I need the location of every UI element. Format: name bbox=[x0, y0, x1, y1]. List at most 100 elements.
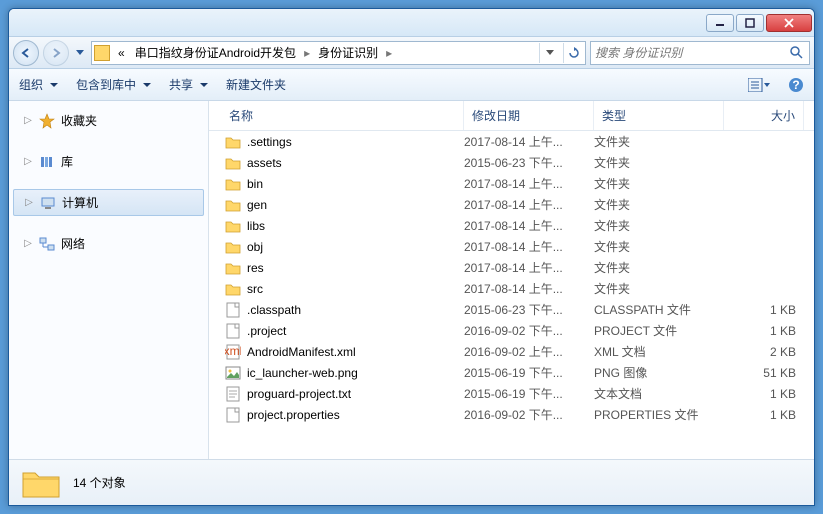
back-button[interactable] bbox=[13, 40, 39, 66]
file-name: .settings bbox=[247, 135, 292, 149]
file-date: 2017-08-14 上午... bbox=[464, 238, 594, 255]
file-date: 2017-08-14 上午... bbox=[464, 175, 594, 192]
file-row[interactable]: obj2017-08-14 上午...文件夹 bbox=[209, 236, 814, 257]
search-input[interactable] bbox=[595, 46, 789, 60]
file-date: 2015-06-23 下午... bbox=[464, 301, 594, 318]
file-type: 文本文档 bbox=[594, 385, 724, 402]
file-date: 2015-06-19 下午... bbox=[464, 385, 594, 402]
address-bar[interactable]: « 串口指纹身份证Android开发包 ▸ 身份证识别 ▸ bbox=[91, 41, 586, 65]
file-name: assets bbox=[247, 156, 282, 170]
file-date: 2017-08-14 上午... bbox=[464, 217, 594, 234]
file-date: 2017-08-14 上午... bbox=[464, 133, 594, 150]
file-date: 2017-08-14 上午... bbox=[464, 280, 594, 297]
file-size: 1 KB bbox=[724, 387, 804, 401]
file-type: PROPERTIES 文件 bbox=[594, 406, 724, 423]
file-row[interactable]: src 2017-08-14 上午...文件夹 bbox=[209, 278, 814, 299]
content-area: ▷收藏夹▷库▷计算机▷网络 名称 修改日期 类型 大小 .settings201… bbox=[9, 101, 814, 459]
file-type: CLASSPATH 文件 bbox=[594, 301, 724, 318]
file-name: project.properties bbox=[247, 408, 340, 422]
file-type: 文件夹 bbox=[594, 196, 724, 213]
file-date: 2016-09-02 下午... bbox=[464, 406, 594, 423]
file-name: res bbox=[247, 261, 264, 275]
file-list: 名称 修改日期 类型 大小 .settings2017-08-14 上午...文… bbox=[209, 101, 814, 459]
close-button[interactable] bbox=[766, 14, 812, 32]
file-name: .classpath bbox=[247, 303, 301, 317]
file-size: 1 KB bbox=[724, 324, 804, 338]
file-name: .project bbox=[247, 324, 286, 338]
column-size[interactable]: 大小 bbox=[724, 101, 804, 130]
file-size: 1 KB bbox=[724, 408, 804, 422]
view-button[interactable] bbox=[746, 74, 772, 96]
file-row[interactable]: gen 2017-08-14 上午...文件夹 bbox=[209, 194, 814, 215]
column-name[interactable]: 名称 bbox=[209, 101, 464, 130]
column-type[interactable]: 类型 bbox=[594, 101, 724, 130]
file-name: obj bbox=[247, 240, 263, 254]
file-name: AndroidManifest.xml bbox=[247, 345, 356, 359]
file-type: PROJECT 文件 bbox=[594, 322, 724, 339]
file-type: 文件夹 bbox=[594, 154, 724, 171]
sidebar: ▷收藏夹▷库▷计算机▷网络 bbox=[9, 101, 209, 459]
file-row[interactable]: .classpath2015-06-23 下午...CLASSPATH 文件1 … bbox=[209, 299, 814, 320]
history-dropdown[interactable] bbox=[73, 43, 87, 63]
file-type: 文件夹 bbox=[594, 280, 724, 297]
sidebar-item-label: 库 bbox=[61, 153, 73, 170]
file-row[interactable]: bin2017-08-14 上午...文件夹 bbox=[209, 173, 814, 194]
breadcrumb-prefix[interactable]: « bbox=[114, 44, 129, 62]
chevron-right-icon[interactable]: ▸ bbox=[302, 46, 312, 60]
svg-text:?: ? bbox=[792, 78, 799, 92]
help-button[interactable]: ? bbox=[786, 73, 806, 97]
organize-button[interactable]: 组织 bbox=[17, 72, 60, 97]
file-type: 文件夹 bbox=[594, 217, 724, 234]
newfolder-button[interactable]: 新建文件夹 bbox=[224, 72, 288, 97]
status-count: 14 个对象 bbox=[73, 474, 126, 491]
sidebar-item-computer[interactable]: ▷计算机 bbox=[13, 189, 204, 216]
include-button[interactable]: 包含到库中 bbox=[74, 72, 153, 97]
file-row[interactable]: proguard-project.txt 2015-06-19 下午...文本文档… bbox=[209, 383, 814, 404]
expand-icon[interactable]: ▷ bbox=[24, 198, 34, 208]
file-size: 51 KB bbox=[724, 366, 804, 380]
sidebar-item-label: 网络 bbox=[61, 235, 85, 252]
file-row[interactable]: xml AndroidManifest.xml 2016-09-02 上午...XM… bbox=[209, 341, 814, 362]
file-name: proguard-project.txt bbox=[247, 387, 351, 401]
file-date: 2016-09-02 上午... bbox=[464, 343, 594, 360]
statusbar: 14 个对象 bbox=[9, 459, 814, 505]
expand-icon[interactable]: ▷ bbox=[23, 116, 33, 126]
share-button[interactable]: 共享 bbox=[167, 72, 210, 97]
file-date: 2016-09-02 下午... bbox=[464, 322, 594, 339]
folder-icon bbox=[94, 45, 110, 61]
breadcrumb-item[interactable]: 身份证识别 bbox=[314, 42, 382, 63]
file-row[interactable]: .settings2017-08-14 上午...文件夹 bbox=[209, 131, 814, 152]
chevron-right-icon[interactable]: ▸ bbox=[384, 46, 394, 60]
file-date: 2015-06-23 下午... bbox=[464, 154, 594, 171]
file-name: gen bbox=[247, 198, 267, 212]
minimize-button[interactable] bbox=[706, 14, 734, 32]
file-type: 文件夹 bbox=[594, 259, 724, 276]
file-row[interactable]: assets 2015-06-23 下午...文件夹 bbox=[209, 152, 814, 173]
file-row[interactable]: res2017-08-14 上午...文件夹 bbox=[209, 257, 814, 278]
svg-text:xml: xml bbox=[225, 344, 241, 358]
file-row[interactable]: ic_launcher-web.png2015-06-19 下午...PNG 图… bbox=[209, 362, 814, 383]
expand-icon[interactable]: ▷ bbox=[23, 239, 33, 249]
address-dropdown[interactable] bbox=[539, 43, 559, 63]
file-row[interactable]: libs2017-08-14 上午...文件夹 bbox=[209, 215, 814, 236]
maximize-button[interactable] bbox=[736, 14, 764, 32]
file-date: 2015-06-19 下午... bbox=[464, 364, 594, 381]
file-name: src bbox=[247, 282, 263, 296]
forward-button[interactable] bbox=[43, 40, 69, 66]
search-box[interactable] bbox=[590, 41, 810, 65]
file-date: 2017-08-14 上午... bbox=[464, 196, 594, 213]
sidebar-item-network[interactable]: ▷ 网络 bbox=[9, 230, 208, 257]
expand-icon[interactable]: ▷ bbox=[23, 157, 33, 167]
refresh-button[interactable] bbox=[563, 43, 583, 63]
file-type: 文件夹 bbox=[594, 175, 724, 192]
file-row[interactable]: project.properties 2016-09-02 下午...PROPER… bbox=[209, 404, 814, 425]
sidebar-item-library[interactable]: ▷库 bbox=[9, 148, 208, 175]
file-row[interactable]: .project 2016-09-02 下午...PROJECT 文件1 KB bbox=[209, 320, 814, 341]
column-date[interactable]: 修改日期 bbox=[464, 101, 594, 130]
sidebar-item-star[interactable]: ▷收藏夹 bbox=[9, 107, 208, 134]
toolbar: 组织 包含到库中 共享 新建文件夹 ? bbox=[9, 69, 814, 101]
file-type: XML 文档 bbox=[594, 343, 724, 360]
search-icon[interactable] bbox=[789, 45, 805, 61]
breadcrumb-item[interactable]: 串口指纹身份证Android开发包 bbox=[131, 42, 300, 63]
breadcrumb: « 串口指纹身份证Android开发包 ▸ 身份证识别 ▸ bbox=[114, 42, 535, 63]
